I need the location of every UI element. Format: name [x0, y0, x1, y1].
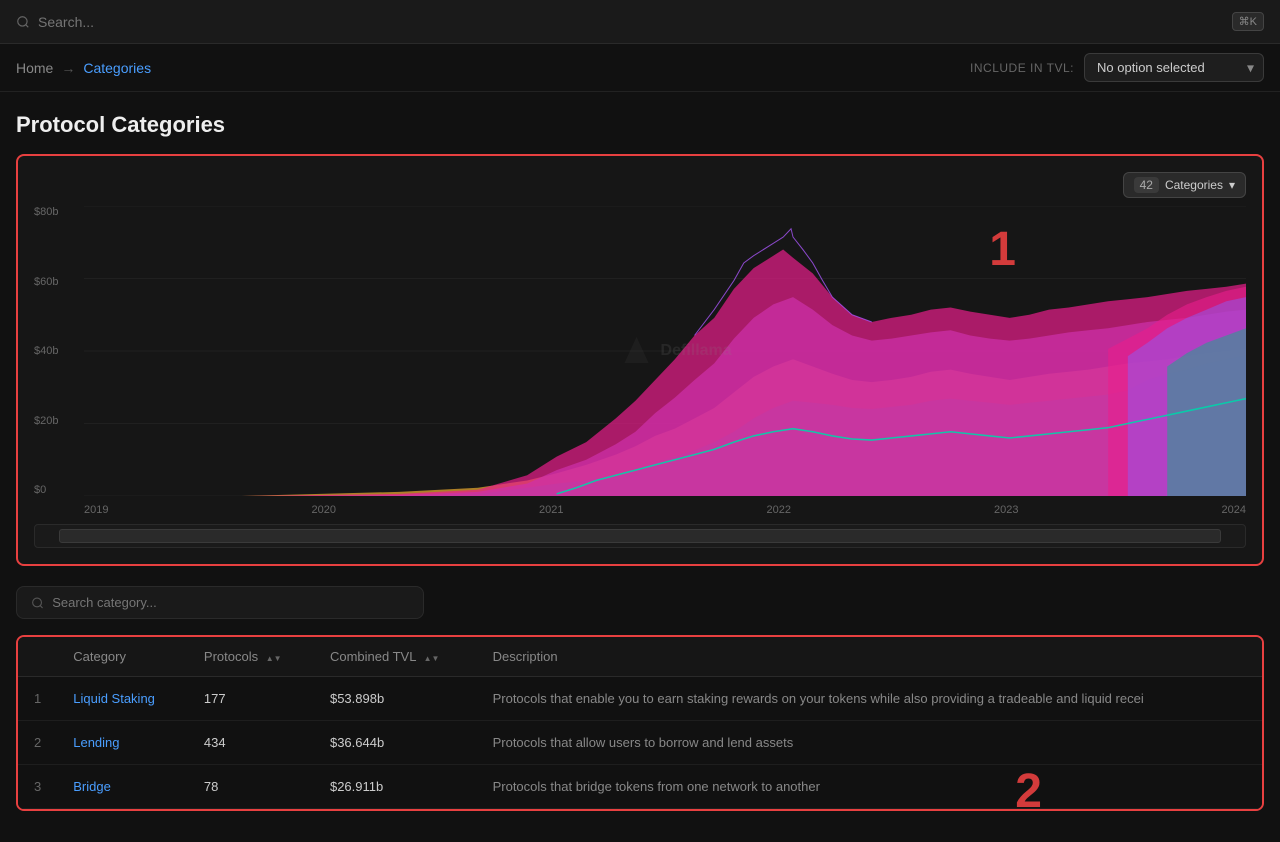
categories-label: Categories [1165, 178, 1223, 192]
sort-icon-protocols: ▲▼ [266, 655, 282, 663]
search-area[interactable] [16, 14, 238, 30]
y-label-20b: $20b [34, 415, 82, 427]
x-axis-labels: 2019 2020 2021 2022 2023 2024 [84, 504, 1246, 516]
global-search-input[interactable] [38, 14, 238, 30]
row-3-protocols: 78 [188, 765, 314, 809]
row-3-tvl: $26.911b [314, 765, 477, 809]
x-label-2020: 2020 [312, 504, 336, 516]
keyboard-shortcut: ⌘K [1232, 12, 1264, 31]
row-3-description: Protocols that bridge tokens from one ne… [477, 765, 1262, 809]
row-2-category[interactable]: Lending [57, 721, 188, 765]
table-row: 2 Lending 434 $36.644b Protocols that al… [18, 721, 1262, 765]
tvl-select[interactable]: No option selected [1084, 53, 1264, 82]
y-label-60b: $60b [34, 276, 82, 288]
chart-scrollbar-thumb[interactable] [59, 529, 1221, 543]
chart-header: 42 Categories ▾ [34, 172, 1246, 198]
page-title: Protocol Categories [16, 112, 1264, 138]
row-2-description: Protocols that allow users to borrow and… [477, 721, 1262, 765]
row-1-rank: 1 [18, 677, 57, 721]
breadcrumb: Home → Categories [16, 60, 151, 76]
row-1-category[interactable]: Liquid Staking [57, 677, 188, 721]
search-icon [16, 15, 30, 29]
tvl-select-wrapper[interactable]: No option selected [1084, 53, 1264, 82]
breadcrumb-home[interactable]: Home [16, 60, 53, 76]
sort-icon-tvl: ▲▼ [424, 655, 440, 663]
y-axis-labels: $80b $60b $40b $20b $0 [34, 206, 82, 516]
breadcrumb-arrow: → [61, 60, 75, 76]
row-1-tvl: $53.898b [314, 677, 477, 721]
chart-area: $80b $60b $40b $20b $0 [34, 206, 1246, 516]
categories-table: Category Protocols ▲▼ Combined TVL ▲▼ De… [18, 637, 1262, 809]
chart-container: 42 Categories ▾ $80b $60b $40b $20b $0 [16, 154, 1264, 566]
chart-svg: Defillama [84, 206, 1246, 496]
row-2-rank: 2 [18, 721, 57, 765]
search-category-input[interactable] [52, 595, 409, 610]
table-header-row: Category Protocols ▲▼ Combined TVL ▲▼ De… [18, 637, 1262, 677]
top-bar: ⌘K [0, 0, 1280, 44]
row-2-tvl: $36.644b [314, 721, 477, 765]
search-category-wrapper[interactable] [16, 586, 424, 619]
tvl-label: INCLUDE IN TVL: [970, 61, 1074, 75]
chevron-down-icon: ▾ [1229, 178, 1235, 192]
chart-scrollbar[interactable] [34, 524, 1246, 548]
main-content: Protocol Categories 42 Categories ▾ $80b… [0, 92, 1280, 831]
categories-table-container: 2 Category Protocols ▲▼ Combined TVL ▲▼ … [16, 635, 1264, 811]
row-3-rank: 3 [18, 765, 57, 809]
categories-count: 42 [1134, 177, 1159, 193]
th-combined-tvl[interactable]: Combined TVL ▲▼ [314, 637, 477, 677]
categories-button[interactable]: 42 Categories ▾ [1123, 172, 1246, 198]
row-2-protocols: 434 [188, 721, 314, 765]
x-label-2022: 2022 [767, 504, 791, 516]
x-label-2023: 2023 [994, 504, 1018, 516]
x-label-2019: 2019 [84, 504, 108, 516]
search-category-bar [16, 586, 1264, 619]
y-label-40b: $40b [34, 345, 82, 357]
th-rank [18, 637, 57, 677]
tvl-filter: INCLUDE IN TVL: No option selected [970, 53, 1264, 82]
y-label-80b: $80b [34, 206, 82, 218]
y-label-0: $0 [34, 484, 82, 496]
x-label-2024: 2024 [1222, 504, 1246, 516]
th-protocols[interactable]: Protocols ▲▼ [188, 637, 314, 677]
x-label-2021: 2021 [539, 504, 563, 516]
table-row: 1 Liquid Staking 177 $53.898b Protocols … [18, 677, 1262, 721]
breadcrumb-bar: Home → Categories INCLUDE IN TVL: No opt… [0, 44, 1280, 92]
search-icon [31, 596, 44, 610]
row-3-category[interactable]: Bridge [57, 765, 188, 809]
row-1-protocols: 177 [188, 677, 314, 721]
th-description: Description [477, 637, 1262, 677]
row-1-description: Protocols that enable you to earn stakin… [477, 677, 1262, 721]
table-row: 3 Bridge 78 $26.911b Protocols that brid… [18, 765, 1262, 809]
th-category: Category [57, 637, 188, 677]
breadcrumb-current: Categories [83, 60, 151, 76]
